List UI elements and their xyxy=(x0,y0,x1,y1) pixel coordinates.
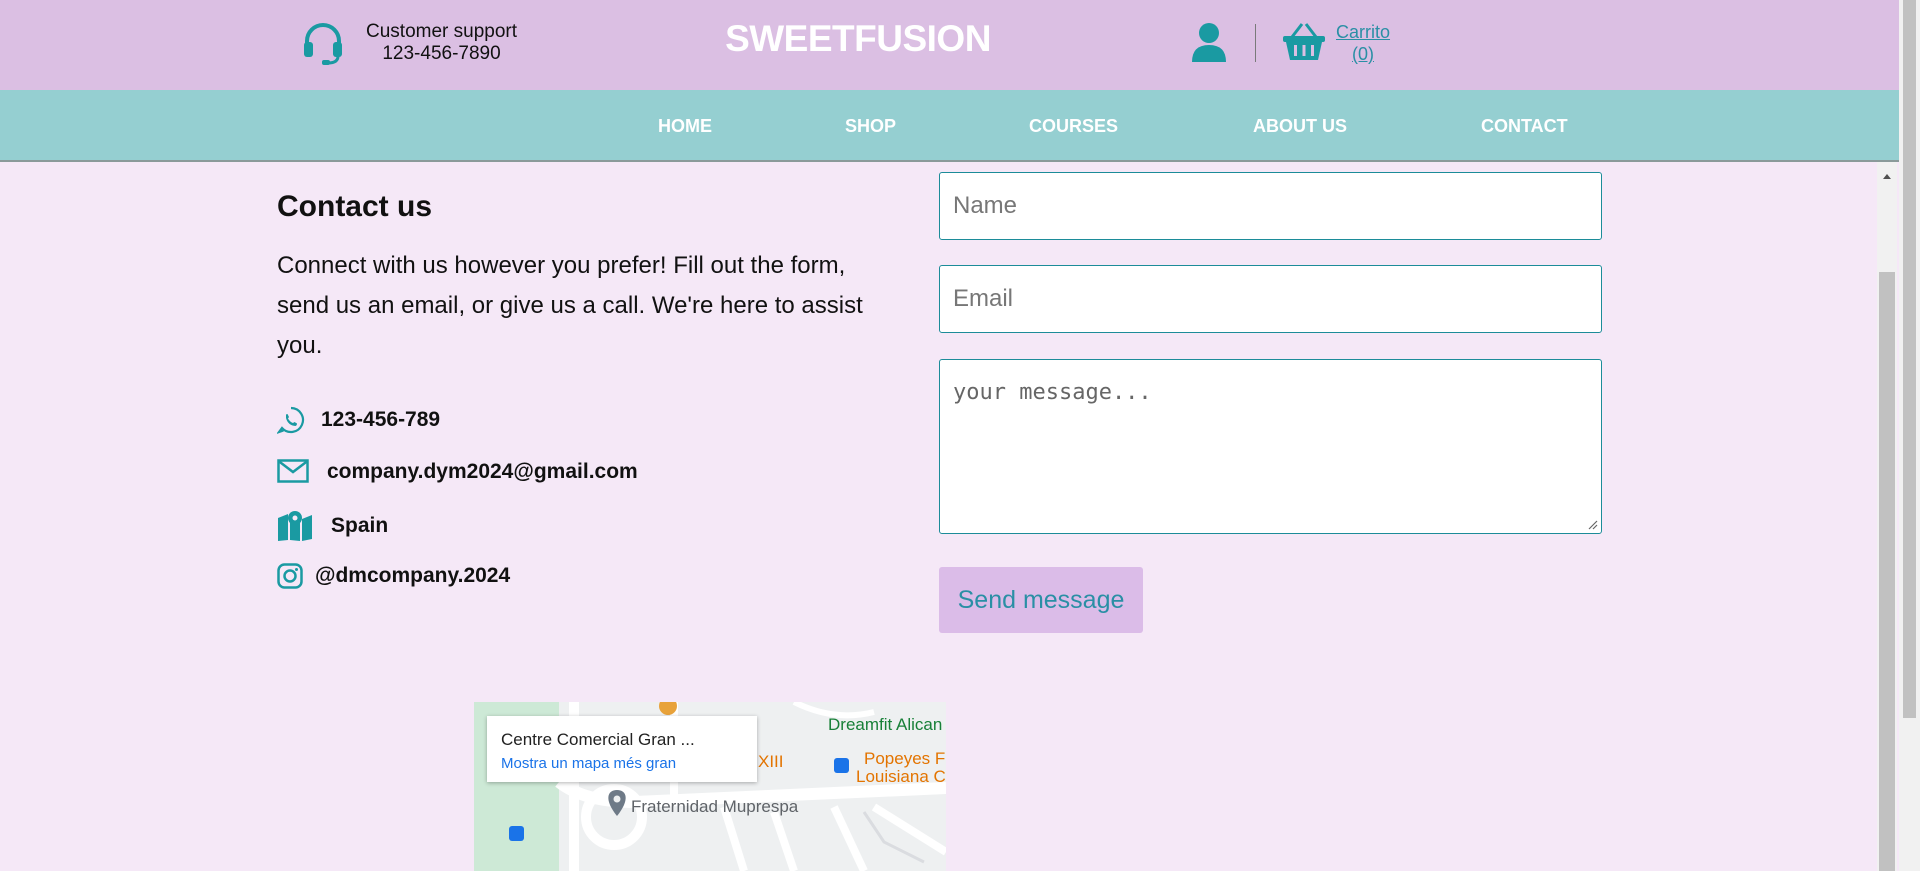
message-textarea[interactable]: your message... xyxy=(939,359,1602,534)
map-label-fraternidad: Fraternidad Muprespa xyxy=(631,797,799,816)
email-row: company.dym2024@gmail.com xyxy=(277,459,638,485)
brand-logo[interactable]: SWEETFUSION xyxy=(700,18,1016,60)
contact-description: Connect with us however you prefer! Fill… xyxy=(277,252,863,359)
cart-link[interactable]: Carrito (0) xyxy=(1336,21,1390,65)
header-divider xyxy=(1255,24,1256,62)
map-place-name: Centre Comercial Gran ... xyxy=(501,730,695,749)
location-row: Spain xyxy=(277,510,388,542)
mail-icon xyxy=(277,459,309,483)
message-placeholder: your message... xyxy=(953,380,1152,405)
headset-icon xyxy=(304,23,342,65)
embedded-map[interactable]: Dreamfit Alican Popeyes F Louisiana C XI… xyxy=(474,702,946,871)
contact-title: Contact us xyxy=(277,190,433,223)
nav-contact[interactable]: CONTACT xyxy=(1481,116,1568,137)
contact-location: Spain xyxy=(331,514,389,537)
window-scrollbar[interactable] xyxy=(1899,0,1920,871)
nav-home[interactable]: HOME xyxy=(658,116,712,137)
contact-email: company.dym2024@gmail.com xyxy=(327,460,638,483)
nav-shop[interactable]: SHOP xyxy=(845,116,896,137)
scroll-up-icon[interactable] xyxy=(1881,171,1893,181)
customer-support: Customer support 123-456-7890 xyxy=(300,20,517,66)
whatsapp-icon xyxy=(277,406,305,434)
basket-icon[interactable] xyxy=(1282,22,1326,62)
support-label: Customer support xyxy=(366,21,518,42)
main-nav: HOME SHOP COURSES ABOUT US CONTACT xyxy=(0,90,1899,162)
map-place-card: Centre Comercial Gran ... Mostra un mapa… xyxy=(487,716,757,782)
resize-handle-icon[interactable] xyxy=(1588,520,1598,530)
send-message-button[interactable]: Send message xyxy=(939,567,1143,633)
bigger-map-link[interactable]: Mostra un mapa més gran xyxy=(501,755,676,772)
phone-row: 123-456-789 xyxy=(277,406,440,434)
nav-courses[interactable]: COURSES xyxy=(1029,116,1118,137)
name-input[interactable]: Name xyxy=(939,172,1602,240)
map-label-popeyes: Popeyes F xyxy=(864,749,946,768)
user-icon[interactable] xyxy=(1190,22,1228,62)
map-label-louisiana: Louisiana C xyxy=(856,767,946,786)
contact-instagram: @dmcompany.2024 xyxy=(315,564,511,587)
page: Customer support 123-456-7890 SWEETFUSIO… xyxy=(0,0,1899,871)
top-header: Customer support 123-456-7890 SWEETFUSIO… xyxy=(0,0,1899,90)
map-label-dreamfit: Dreamfit Alican xyxy=(828,715,943,734)
contact-phone: 123-456-789 xyxy=(321,408,441,431)
map-icon xyxy=(278,511,312,541)
cart-count[interactable]: (0) xyxy=(1336,43,1390,65)
instagram-icon xyxy=(277,563,303,589)
content-scrollbar-thumb[interactable] xyxy=(1879,272,1895,871)
instagram-row: @dmcompany.2024 xyxy=(277,563,510,589)
nav-about-us[interactable]: ABOUT US xyxy=(1253,116,1347,137)
email-input[interactable]: Email xyxy=(939,265,1602,333)
cart-label[interactable]: Carrito xyxy=(1336,21,1390,43)
support-phone: 123-456-7890 xyxy=(382,43,501,64)
window-scrollbar-thumb[interactable] xyxy=(1903,0,1916,718)
map-label-xiii: XIII xyxy=(758,752,784,771)
